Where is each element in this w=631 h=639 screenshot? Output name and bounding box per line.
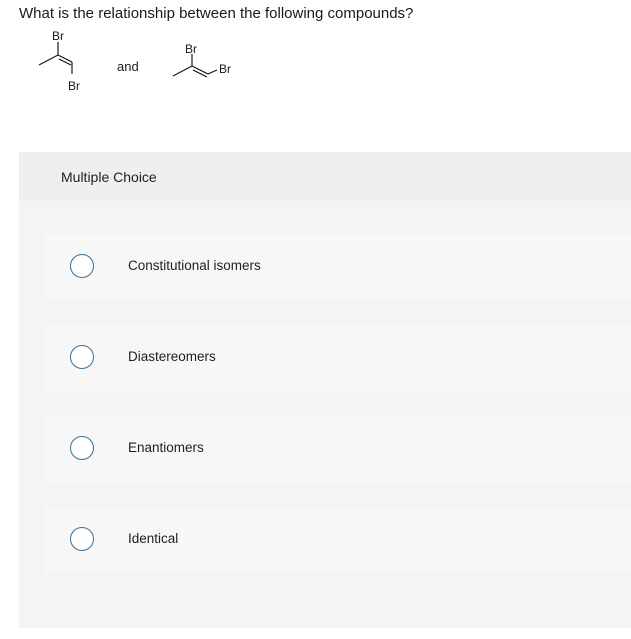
option-constitutional-isomers[interactable]: Constitutional isomers — [45, 234, 631, 300]
bond-line — [38, 54, 59, 66]
multiple-choice-header: Multiple Choice — [19, 152, 631, 201]
bond-line — [57, 54, 73, 63]
option-label: Diastereomers — [128, 349, 216, 364]
bond-line — [207, 69, 218, 75]
compound-1-top-br: Br — [52, 29, 64, 43]
option-label: Constitutional isomers — [128, 258, 261, 273]
multiple-choice-panel: Multiple Choice Constitutional isomers D… — [19, 152, 631, 628]
radio-button[interactable] — [70, 345, 94, 369]
bond-line — [191, 65, 209, 75]
multiple-choice-title: Multiple Choice — [61, 169, 157, 185]
option-label: Enantiomers — [128, 440, 204, 455]
compound-1-bottom-br: Br — [68, 79, 80, 93]
option-enantiomers[interactable]: Enantiomers — [45, 416, 631, 482]
compound-1-structure: Br Br — [38, 29, 80, 93]
question-text: What is the relationship between the fol… — [19, 5, 414, 22]
double-bond-line — [192, 69, 208, 78]
compound-structures: Br Br Br Br — [30, 28, 250, 98]
option-label: Identical — [128, 531, 179, 546]
radio-button[interactable] — [70, 254, 94, 278]
compound-2-right-br: Br — [219, 62, 231, 76]
radio-button[interactable] — [70, 436, 94, 460]
compound-2-structure: Br Br — [172, 42, 231, 78]
and-connector: and — [117, 59, 139, 74]
double-bond-line — [58, 58, 72, 66]
compound-2-top-br: Br — [185, 42, 197, 56]
bond-line — [172, 65, 193, 77]
structure-drawings: Br Br Br Br — [38, 29, 231, 93]
radio-button[interactable] — [70, 527, 94, 551]
option-identical[interactable]: Identical — [45, 507, 631, 573]
option-diastereomers[interactable]: Diastereomers — [45, 325, 631, 391]
